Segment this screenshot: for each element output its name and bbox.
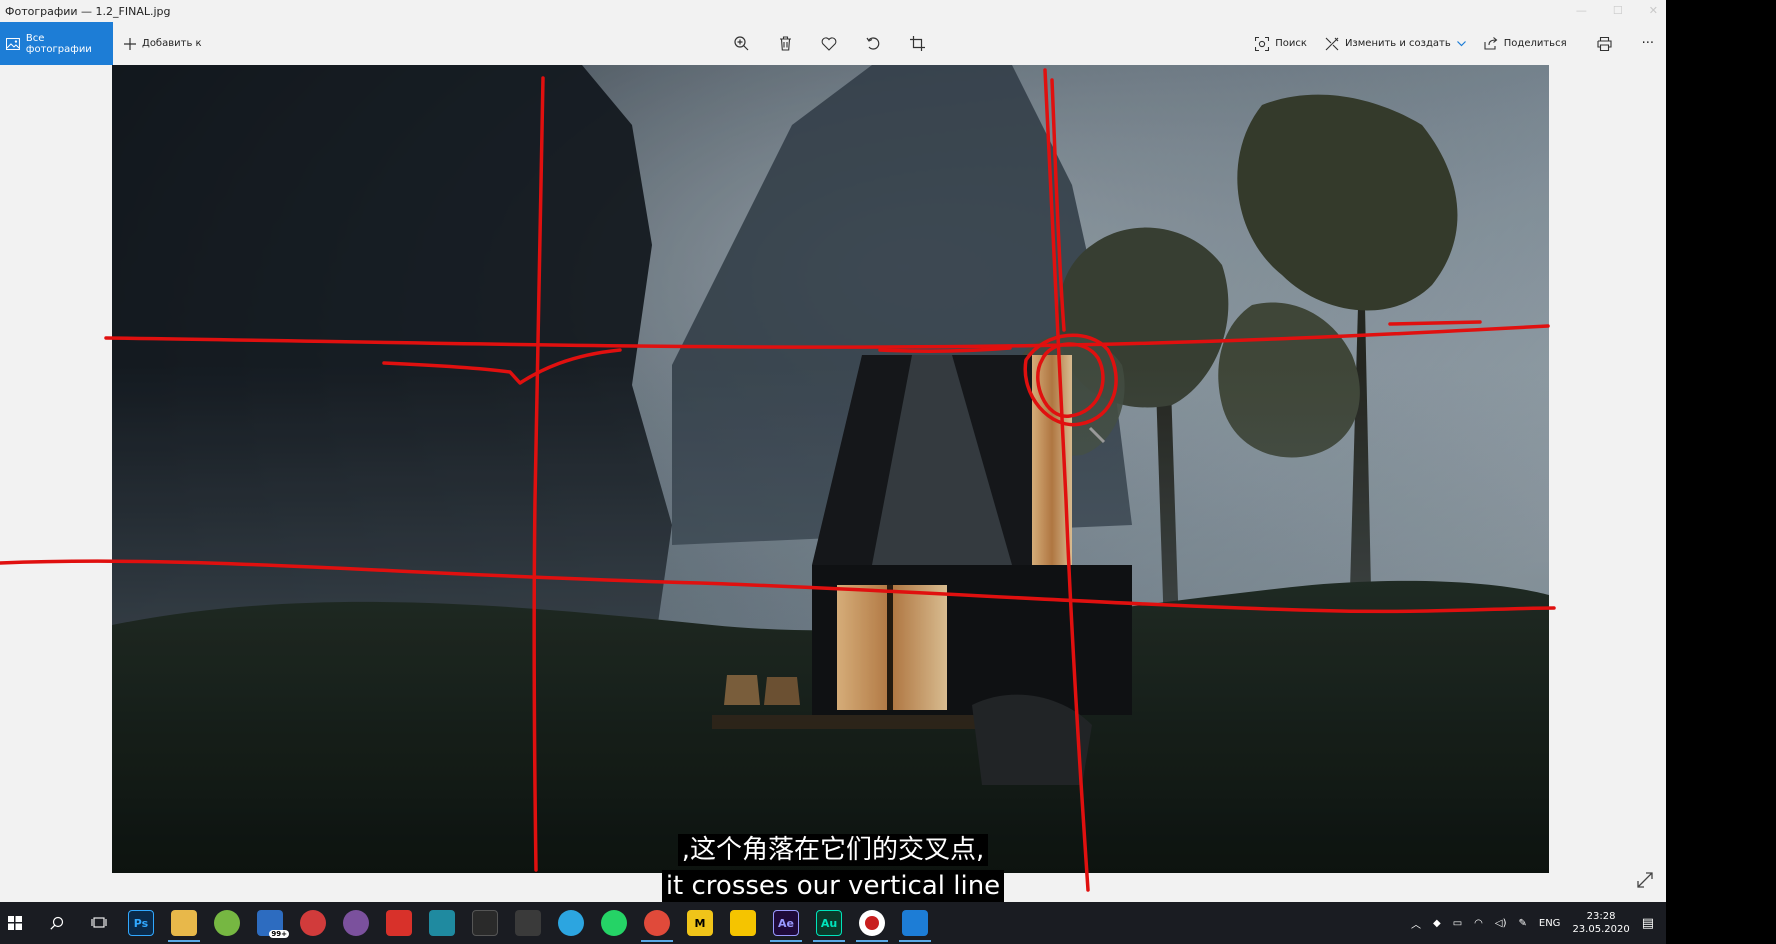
window-controls: — ☐ ✕ — [1576, 4, 1658, 17]
record-icon — [865, 916, 879, 930]
system-tray: ︿ ◆ ▭ ◠ ◁) ✎ ENG 23:28 23.05.2020 ▤ — [1411, 902, 1666, 944]
desktop-screen: Фотографии — 1.2_FINAL.jpg — ☐ ✕ Все фот… — [0, 0, 1776, 944]
add-to-button[interactable]: Добавить к — [124, 22, 202, 65]
taskbar-app-label: Ae — [778, 916, 794, 930]
zoom-button[interactable] — [730, 33, 752, 55]
subtitle-line-2: it crosses our vertical line — [0, 870, 1666, 902]
pen-icon[interactable]: ✎ — [1518, 918, 1526, 929]
photos-app-window: Фотографии — 1.2_FINAL.jpg — ☐ ✕ Все фот… — [0, 0, 1666, 902]
taskbar-app-acrobat[interactable] — [386, 910, 412, 936]
wifi-icon[interactable]: ◠ — [1474, 918, 1483, 929]
active-indicator — [641, 940, 673, 942]
taskbar-app-recorder[interactable] — [859, 910, 885, 936]
more-options-button[interactable]: ··· — [1642, 36, 1654, 51]
zoom-in-icon — [733, 36, 748, 51]
taskbar-app-label: Au — [820, 916, 838, 930]
displayed-photo[interactable] — [112, 65, 1549, 873]
subtitle-english: it crosses our vertical line — [661, 870, 1005, 902]
clock-date: 23.05.2020 — [1572, 924, 1630, 935]
subtitle-line-1: ,这个角落在它们的交叉点, — [0, 834, 1666, 866]
taskbar-app-miro[interactable]: M — [687, 910, 713, 936]
photo-collection-icon — [6, 37, 20, 50]
add-to-label: Добавить к — [142, 38, 202, 49]
print-button[interactable] — [1597, 36, 1612, 51]
active-indicator — [899, 940, 931, 942]
taskbar-app-telegram[interactable] — [558, 910, 584, 936]
task-view-button[interactable] — [86, 910, 112, 936]
window-title: Фотографии — 1.2_FINAL.jpg — [5, 4, 171, 18]
trash-icon — [779, 36, 791, 51]
language-indicator[interactable]: ENG — [1539, 918, 1561, 929]
taskbar-search-button[interactable] — [44, 910, 70, 936]
image-actions — [730, 22, 928, 65]
cabin-in-misty-forest-image — [112, 65, 1549, 873]
search-label: Поиск — [1275, 38, 1307, 49]
clock-time: 23:28 — [1586, 911, 1616, 922]
taskbar-app-photoshop[interactable]: Ps — [128, 910, 154, 936]
share-label: Поделиться — [1503, 38, 1567, 49]
taskbar-app-audition[interactable]: Au — [816, 910, 842, 936]
favorite-button[interactable] — [818, 33, 840, 55]
title-bar[interactable]: Фотографии — 1.2_FINAL.jpg — ☐ ✕ — [0, 0, 1666, 22]
start-button[interactable] — [2, 910, 28, 936]
crop-icon — [909, 36, 925, 51]
edit-create-button[interactable]: Изменить и создать — [1325, 37, 1466, 51]
taskbar-app-marker[interactable] — [429, 910, 455, 936]
edit-create-label: Изменить и создать — [1344, 38, 1451, 49]
taskbar-app-folder[interactable] — [730, 910, 756, 936]
image-viewer[interactable] — [0, 65, 1666, 902]
search-button[interactable]: Поиск — [1255, 36, 1307, 51]
taskbar-app-label: Ps — [133, 916, 149, 930]
crop-button[interactable] — [906, 33, 928, 55]
delete-button[interactable] — [774, 33, 796, 55]
edit-tools-icon — [1325, 37, 1339, 50]
notifications-icon[interactable]: ▤ — [1642, 916, 1654, 931]
rotate-button[interactable] — [862, 33, 884, 55]
taskbar-app-photos[interactable] — [902, 910, 928, 936]
taskbar-app-utorrent[interactable] — [214, 910, 240, 936]
taskbar-app-mail[interactable]: 99+ — [257, 910, 289, 938]
taskbar-app-predator[interactable] — [472, 910, 498, 936]
battery-icon[interactable]: ▭ — [1453, 918, 1462, 929]
active-indicator — [168, 940, 200, 942]
taskbar-app-after-effects[interactable]: Ae — [773, 910, 799, 936]
minimize-button[interactable]: — — [1576, 4, 1587, 17]
taskbar-app-file-explorer[interactable] — [171, 910, 197, 936]
task-view-icon — [91, 917, 107, 928]
taskbar-app-viber[interactable] — [343, 910, 369, 936]
command-bar: Все фотографии Добавить к Поиск Изменить… — [0, 22, 1666, 65]
printer-icon — [1597, 36, 1612, 51]
taskbar-app-sketchup[interactable] — [515, 910, 541, 936]
maximize-button[interactable]: ☐ — [1613, 4, 1623, 17]
active-indicator — [770, 940, 802, 942]
active-indicator — [856, 940, 888, 942]
taskbar-app-chrome[interactable] — [644, 910, 670, 936]
chevron-down-icon — [1456, 40, 1466, 46]
windows-logo-icon — [8, 916, 22, 930]
search-icon — [50, 916, 64, 930]
all-photos-label: Все фотографии — [25, 32, 92, 55]
subtitle-chinese: ,这个角落在它们的交叉点, — [677, 834, 989, 866]
taskbar-app-anydesk[interactable] — [300, 910, 326, 936]
clock[interactable]: 23:28 23.05.2020 — [1572, 910, 1629, 936]
all-photos-button[interactable]: Все фотографии — [0, 22, 113, 65]
chevron-up-icon[interactable]: ︿ — [1411, 916, 1421, 931]
more-icon: ··· — [1641, 36, 1654, 51]
secondary-actions: Поиск Изменить и создать Поделиться ··· — [1237, 22, 1666, 65]
windows-taskbar: Ps 99+ M Ae Au ︿ ◆ ▭ ◠ ◁) ✎ ENG 23:28 23… — [0, 902, 1666, 944]
active-indicator — [813, 940, 845, 942]
plus-icon — [124, 37, 136, 50]
close-button[interactable]: ✕ — [1649, 4, 1658, 17]
heart-icon — [821, 36, 837, 51]
unread-badge: 99+ — [269, 930, 289, 938]
rotate-icon — [866, 37, 879, 50]
share-button[interactable]: Поделиться — [1484, 37, 1567, 50]
dropbox-icon[interactable]: ◆ — [1433, 918, 1441, 929]
search-scan-icon — [1255, 36, 1270, 51]
taskbar-app-whatsapp[interactable] — [601, 910, 627, 936]
taskbar-app-label: M — [694, 916, 706, 930]
volume-icon[interactable]: ◁) — [1495, 918, 1507, 929]
share-icon — [1484, 37, 1498, 50]
